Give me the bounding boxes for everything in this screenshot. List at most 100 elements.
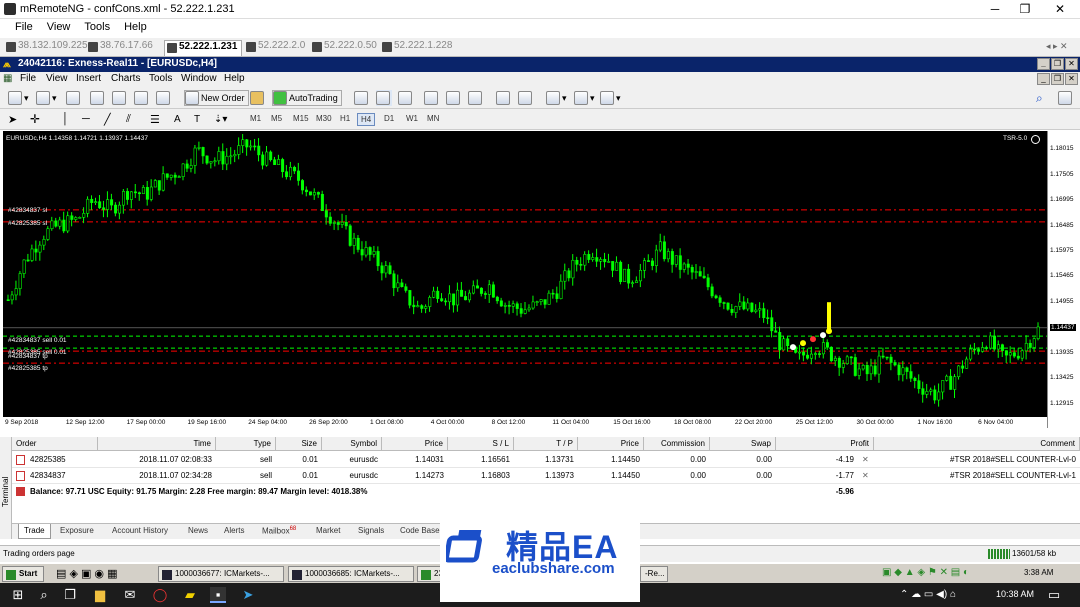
- tab-trade[interactable]: Trade: [18, 524, 51, 539]
- text-icon[interactable]: A: [174, 111, 181, 127]
- close-order-icon[interactable]: ✕: [858, 452, 873, 467]
- mt-menu-help[interactable]: Help: [224, 73, 245, 84]
- quicklaunch-icons[interactable]: ▤ ◈ ▣ ◉ ▦: [56, 567, 117, 580]
- col-symbol[interactable]: Symbol: [322, 437, 382, 451]
- mt4-restore-button[interactable]: ❐: [1051, 58, 1064, 70]
- tf-h1[interactable]: H1: [337, 113, 353, 124]
- taskbar-item-mt4-1[interactable]: 1000036677: ICMarkets-...: [158, 566, 284, 582]
- new-order-button[interactable]: New Order: [184, 90, 249, 106]
- conn-tab-4[interactable]: 52.222.2.0: [244, 40, 305, 56]
- conn-tab-2[interactable]: 38.76.17.66: [86, 40, 153, 56]
- col-current-price[interactable]: Price: [578, 437, 644, 451]
- col-swap[interactable]: Swap: [710, 437, 776, 451]
- tab-code-base[interactable]: Code Base: [400, 526, 440, 535]
- market-watch-button[interactable]: [66, 90, 82, 106]
- line-chart-button[interactable]: [398, 90, 414, 106]
- mt-menu-view[interactable]: View: [46, 73, 68, 84]
- trendline-icon[interactable]: ╱: [104, 111, 111, 127]
- tf-w1[interactable]: W1: [403, 113, 421, 124]
- tile-windows-button[interactable]: [468, 90, 484, 106]
- taskbar-item-mt4-2[interactable]: 1000036685: ICMarkets-...: [288, 566, 414, 582]
- system-tray-icons[interactable]: ⌃ ☁ ▭ ◀) ⌂: [900, 589, 956, 600]
- indicators-button[interactable]: ▾: [546, 90, 567, 106]
- profiles-button[interactable]: ▾: [36, 90, 57, 106]
- col-time[interactable]: Time: [98, 437, 216, 451]
- menu-help[interactable]: Help: [117, 19, 154, 35]
- candlestick-button[interactable]: [376, 90, 392, 106]
- navigator-button[interactable]: [112, 90, 128, 106]
- mt-menu-insert[interactable]: Insert: [76, 73, 101, 84]
- autoscroll-button[interactable]: [518, 90, 534, 106]
- mt-menu-window[interactable]: Window: [181, 73, 217, 84]
- conn-tab-1[interactable]: 38.132.109.225: [4, 40, 88, 56]
- chart-restore-button[interactable]: ❐: [1051, 73, 1064, 85]
- minimize-button[interactable]: ─: [980, 0, 1010, 19]
- col-price[interactable]: Price: [382, 437, 448, 451]
- label-icon[interactable]: T: [194, 111, 200, 127]
- notifications-icon[interactable]: ▭: [1046, 587, 1062, 603]
- new-chart-button[interactable]: ▾: [8, 90, 29, 106]
- tab-account-history[interactable]: Account History: [112, 526, 168, 535]
- tf-m30[interactable]: M30: [313, 113, 335, 124]
- mt-menu-file[interactable]: File: [20, 73, 36, 84]
- mt4-close-button[interactable]: ✕: [1065, 58, 1078, 70]
- tf-m5[interactable]: M5: [268, 113, 285, 124]
- search-icon[interactable]: ⌕: [1036, 90, 1043, 106]
- indicator-settings-icon[interactable]: [1031, 135, 1040, 144]
- tab-scroll-arrows[interactable]: ◂ ▸ ✕: [1046, 41, 1068, 52]
- mt-menu-charts[interactable]: Charts: [111, 73, 140, 84]
- menu-view[interactable]: View: [40, 19, 78, 35]
- conn-tab-6[interactable]: 52.222.1.228: [380, 40, 452, 56]
- task-view-icon[interactable]: ❐: [62, 587, 78, 603]
- tab-alerts[interactable]: Alerts: [224, 526, 244, 535]
- metaeditor-button[interactable]: [250, 90, 266, 106]
- col-tp[interactable]: T / P: [514, 437, 578, 451]
- tab-signals[interactable]: Signals: [358, 526, 384, 535]
- tab-mailbox[interactable]: Mailbox68: [262, 526, 296, 536]
- data-window-button[interactable]: [90, 90, 106, 106]
- chart-shift-button[interactable]: [496, 90, 512, 106]
- chart-close-button[interactable]: ✕: [1065, 73, 1078, 85]
- periods-button[interactable]: ▾: [574, 90, 595, 106]
- zoom-out-button[interactable]: [446, 90, 462, 106]
- chart-minimize-button[interactable]: _: [1037, 73, 1050, 85]
- mremoteng-icon[interactable]: ▪: [210, 587, 226, 603]
- remote-start-button[interactable]: Start: [2, 566, 44, 582]
- conn-tab-3[interactable]: 52.222.1.231: [164, 40, 243, 56]
- horizontal-line-icon[interactable]: ─: [82, 111, 90, 127]
- fibonacci-icon[interactable]: ☰: [150, 111, 160, 127]
- maximize-button[interactable]: ❐: [1010, 0, 1040, 19]
- col-size[interactable]: Size: [276, 437, 322, 451]
- cursor-icon[interactable]: ➤: [8, 111, 17, 127]
- table-row[interactable]: 42825385 2018.11.07 02:08:33 sell 0.01 e…: [12, 452, 1080, 468]
- zoom-in-button[interactable]: [424, 90, 440, 106]
- community-button[interactable]: [1058, 90, 1074, 106]
- arrows-icon[interactable]: ⇣▾: [214, 111, 227, 127]
- search-icon[interactable]: ⌕: [36, 587, 52, 603]
- windows-start-icon[interactable]: ⊞: [10, 587, 26, 603]
- col-sl[interactable]: S / L: [448, 437, 514, 451]
- opera-icon[interactable]: ◯: [152, 587, 168, 603]
- telegram-icon[interactable]: ➤: [240, 587, 256, 603]
- price-chart[interactable]: EURUSDc,H4 1.14358 1.14721 1.13937 1.144…: [3, 131, 1047, 428]
- tab-market[interactable]: Market: [316, 526, 340, 535]
- channel-icon[interactable]: ⫽: [126, 111, 131, 127]
- tf-mn[interactable]: MN: [424, 113, 442, 124]
- tab-news[interactable]: News: [188, 526, 208, 535]
- file-explorer-icon[interactable]: ▆: [92, 587, 108, 603]
- mt4-minimize-button[interactable]: _: [1037, 58, 1050, 70]
- menu-tools[interactable]: Tools: [77, 19, 117, 35]
- bar-chart-button[interactable]: [354, 90, 370, 106]
- col-order[interactable]: Order: [12, 437, 98, 451]
- col-commission[interactable]: Commission: [644, 437, 710, 451]
- templates-button[interactable]: ▾: [600, 90, 621, 106]
- tf-m1[interactable]: M1: [247, 113, 264, 124]
- close-order-icon[interactable]: ✕: [858, 468, 873, 483]
- vertical-line-icon[interactable]: │: [62, 111, 69, 127]
- col-type[interactable]: Type: [216, 437, 276, 451]
- table-row[interactable]: 42834837 2018.11.07 02:34:28 sell 0.01 e…: [12, 468, 1080, 484]
- tf-h4[interactable]: H4: [357, 113, 376, 126]
- terminal-button[interactable]: [134, 90, 150, 106]
- menu-file[interactable]: File: [8, 19, 40, 35]
- tf-m15[interactable]: M15: [290, 113, 312, 124]
